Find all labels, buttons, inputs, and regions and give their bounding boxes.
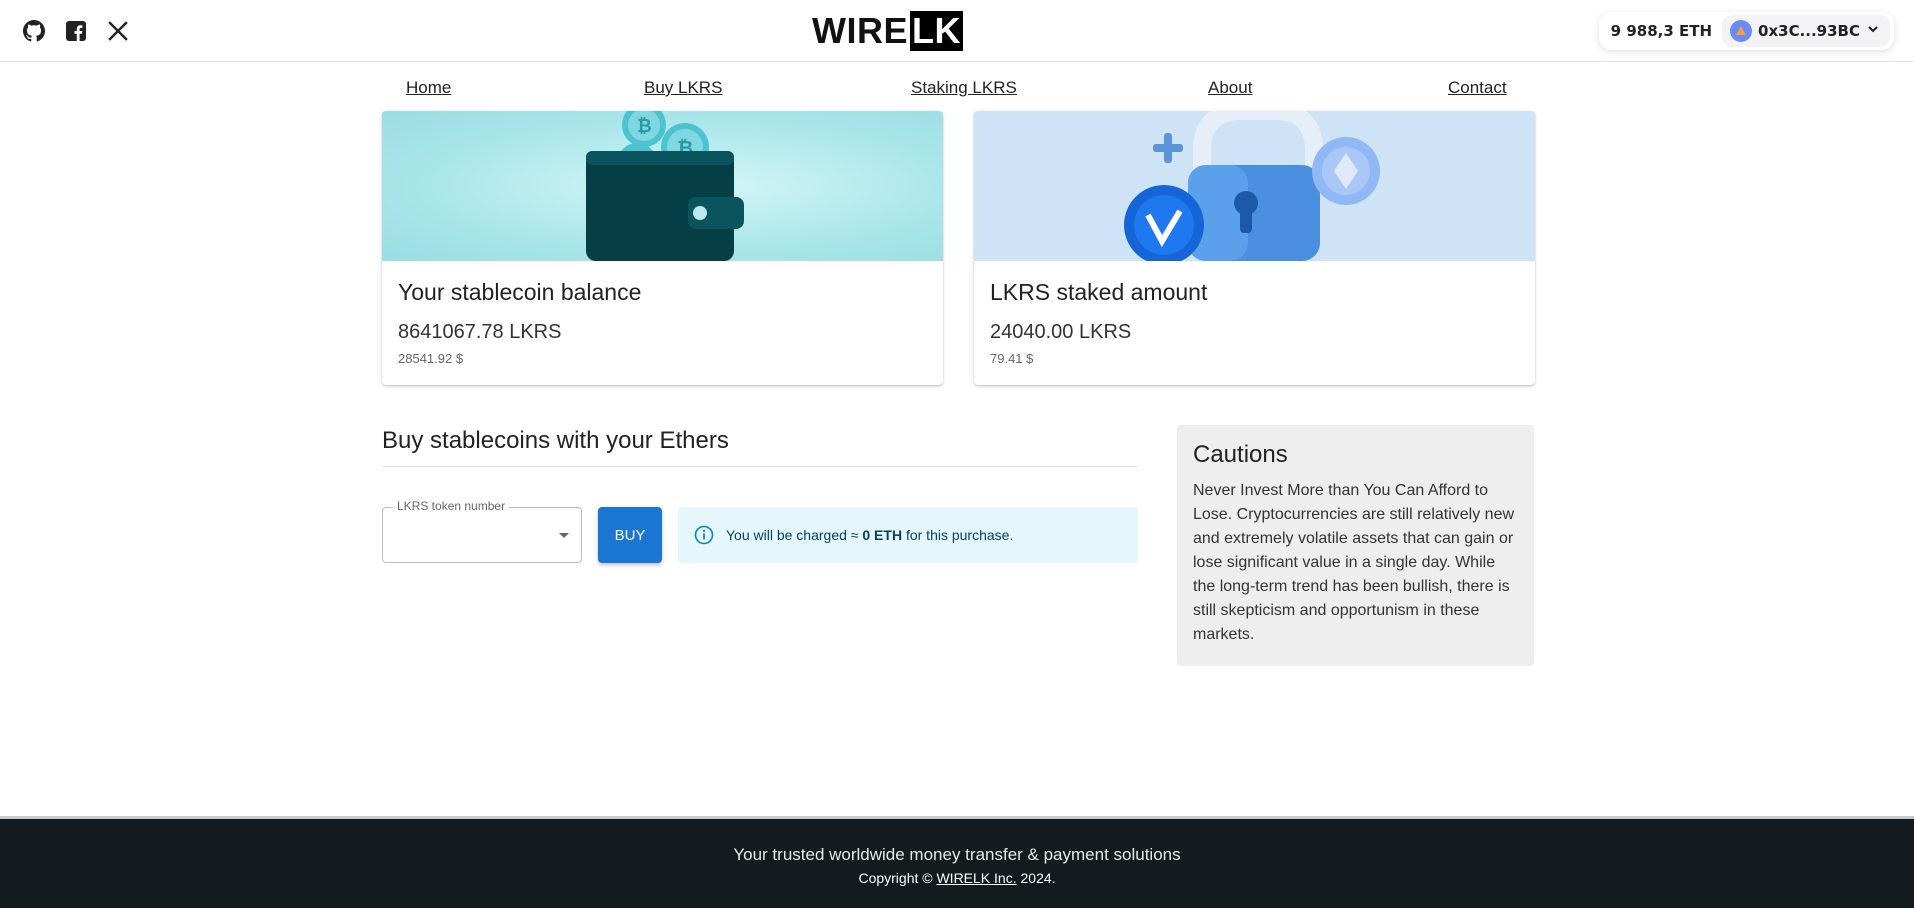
buy-section-title: Buy stablecoins with your Ethers [382, 427, 729, 454]
lkrs-token-select-label: LKRS token number [393, 499, 510, 513]
footer-tagline: Your trusted worldwide money transfer & … [733, 845, 1181, 864]
nav-about[interactable]: About [1208, 78, 1252, 98]
info-icon [694, 525, 714, 545]
wallet-balance: 9 988,3 ETH [1610, 22, 1713, 40]
charge-info-suffix: for this purchase. [902, 527, 1014, 543]
staked-card-title: LKRS staked amount [990, 279, 1208, 305]
footer: Your trusted worldwide money transfer & … [0, 816, 1914, 908]
social-links [22, 19, 130, 43]
balance-usd: 28541.92 $ [398, 351, 464, 366]
divider [382, 466, 1138, 467]
balance-amount: 8641067.78 LKRS [398, 321, 562, 343]
nav-buy-lkrs[interactable]: Buy LKRS [644, 78, 722, 98]
facebook-icon[interactable] [64, 19, 88, 43]
lkrs-token-select[interactable]: LKRS token number [382, 499, 582, 563]
charge-info-prefix: You will be charged ≈ [726, 527, 863, 543]
x-icon[interactable] [106, 19, 130, 43]
nav-contact[interactable]: Contact [1448, 78, 1507, 98]
wallet-illustration: ₿ ₿ [382, 111, 943, 261]
copyright-prefix: Copyright © [858, 870, 937, 886]
cautions-title: Cautions [1193, 441, 1288, 468]
account-button[interactable]: 0x3C...93BC [1722, 15, 1890, 47]
wallet-connect[interactable]: 9 988,3 ETH 0x3C...93BC [1598, 12, 1894, 50]
dropdown-arrow-icon [559, 533, 569, 538]
charge-amount: 0 ETH [862, 527, 903, 543]
main-nav: Home Buy LKRS Staking LKRS About Contact [406, 78, 1510, 98]
staked-usd: 79.41 $ [990, 351, 1034, 366]
charge-info-alert: You will be charged ≈ 0 ETH for this pur… [678, 507, 1138, 563]
nav-home[interactable]: Home [406, 78, 451, 98]
cautions-text: Never Invest More than You Can Afford to… [1193, 482, 1515, 643]
cautions-panel: Cautions Never Invest More than You Can … [1177, 425, 1534, 666]
svg-text:₿: ₿ [637, 116, 652, 137]
charge-info-text: You will be charged ≈ 0 ETH for this pur… [726, 527, 1013, 543]
account-avatar-icon [1730, 20, 1753, 42]
balance-card-title: Your stablecoin balance [398, 279, 642, 305]
logo-text-lk: LK [910, 10, 963, 51]
footer-copyright: Copyright © WIRELK Inc. 2024. [0, 870, 1914, 886]
staked-amount: 24040.00 LKRS [990, 321, 1132, 343]
buy-button[interactable]: BUY [598, 507, 662, 563]
site-logo[interactable]: WIRE LK [812, 10, 963, 52]
logo-text-wire: WIRE [812, 10, 908, 51]
copyright-year: 2024. [1016, 870, 1056, 886]
company-link[interactable]: WIRELK Inc. [936, 870, 1016, 886]
header: WIRE LK 9 988,3 ETH 0x3C...93BC [0, 0, 1914, 62]
wallet-address: 0x3C...93BC [1758, 22, 1860, 40]
staked-card: LKRS staked amount 24040.00 LKRS 79.41 $ [974, 111, 1535, 385]
lock-illustration [974, 111, 1535, 261]
nav-staking-lkrs[interactable]: Staking LKRS [911, 78, 1017, 98]
github-icon[interactable] [22, 19, 46, 43]
balance-card: ₿ ₿ Your stablecoin balance 8641067.78 L… [382, 111, 943, 385]
chevron-down-icon [1866, 22, 1880, 40]
